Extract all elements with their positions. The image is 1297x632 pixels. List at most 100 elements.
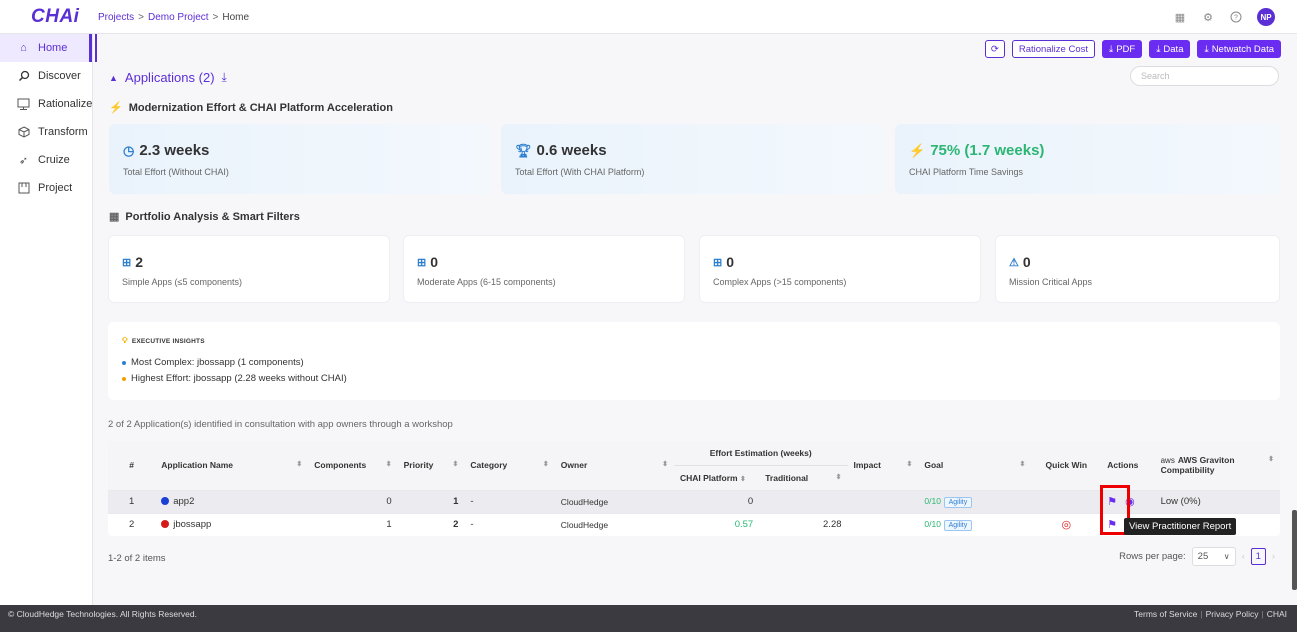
page-number-button[interactable]: 1: [1250, 548, 1266, 565]
terms-of-service-link[interactable]: Terms of Service: [1134, 609, 1197, 619]
column-header-goal[interactable]: Goal ⬍: [918, 441, 1032, 490]
owner-cell: CloudHedge: [554, 489, 674, 513]
portfolio-card-complex[interactable]: ⊞ 0 Complex Apps (>15 components): [699, 235, 981, 303]
sidebar-item-label: Discover: [38, 70, 81, 82]
sidebar-item-rationalize[interactable]: Rationalize: [0, 90, 92, 118]
svg-text:?: ?: [1234, 15, 1238, 22]
sidebar-item-home[interactable]: ⌂ Home: [0, 34, 92, 62]
scrollbar[interactable]: [1292, 510, 1297, 590]
sort-icon[interactable]: ⬍: [453, 460, 459, 468]
pagination: Rows per page: 25 ∨ ‹ 1 ›: [1119, 547, 1275, 566]
application-name-cell[interactable]: jbossapp: [155, 512, 309, 536]
column-header-application-name[interactable]: Application Name ⬍: [155, 441, 309, 490]
impact-cell: [847, 489, 919, 513]
sidebar-item-project[interactable]: Project: [0, 174, 92, 202]
portfolio-card-simple[interactable]: ⊞ 2 Simple Apps (≤5 components): [108, 235, 390, 303]
sort-icon[interactable]: ⬍: [1268, 455, 1274, 463]
column-header-impact[interactable]: Impact ⬍: [847, 441, 919, 490]
sidebar-item-label: Rationalize: [38, 98, 93, 110]
sort-icon[interactable]: ⬍: [662, 460, 668, 468]
column-header-priority[interactable]: Priority ⬍: [397, 441, 465, 490]
chai-logo[interactable]: CHAi: [31, 6, 79, 28]
portfolio-card-moderate[interactable]: ⊞ 0 Moderate Apps (6-15 components): [403, 235, 685, 303]
components-cell: 0: [308, 489, 398, 513]
breadcrumb-projects[interactable]: Projects: [98, 12, 134, 23]
sort-icon[interactable]: ⬍: [543, 460, 549, 468]
chai-link[interactable]: CHAI: [1267, 609, 1287, 619]
sidebar-item-discover[interactable]: Discover: [0, 62, 92, 90]
effort-section-title: ⚡ Modernization Effort & CHAI Platform A…: [109, 101, 393, 115]
card-label: Mission Critical Apps: [1009, 277, 1093, 287]
privacy-policy-link[interactable]: Privacy Policy: [1206, 609, 1259, 619]
netwatch-download-button[interactable]: ⤓ Netwatch Data: [1197, 40, 1281, 58]
header-label: Goal: [924, 460, 944, 471]
breadcrumb-separator: >: [138, 12, 144, 23]
table-caption: 2 of 2 Application(s) identified in cons…: [108, 419, 453, 430]
column-header-category[interactable]: Category ⬍: [464, 441, 555, 490]
insights-title: EXECUTIVE INSIGHTS: [131, 337, 205, 345]
header-label: Components: [314, 460, 367, 471]
help-icon[interactable]: ?: [1229, 10, 1243, 24]
column-header-chai-platform[interactable]: CHAI Platform ⬍: [673, 465, 760, 490]
apps-icon: ⊞: [713, 256, 723, 269]
lightbulb-icon: 💡︎: [122, 336, 128, 345]
priority-cell: 2: [397, 512, 465, 536]
card-label: Moderate Apps (6-15 components): [417, 277, 556, 287]
stat-card-without-chai: ◷ 2.3 weeks Total Effort (Without CHAI): [109, 124, 491, 194]
rationalize-icon: [17, 98, 30, 111]
collapse-caret-icon[interactable]: ▲: [109, 73, 118, 83]
sidebar-item-transform[interactable]: Transform: [0, 118, 92, 146]
category-cell: -: [464, 512, 555, 536]
chevron-down-icon: ∨: [1223, 552, 1230, 561]
avatar[interactable]: NP: [1257, 8, 1275, 26]
sort-icon[interactable]: ⬍: [907, 460, 913, 468]
column-header-owner[interactable]: Owner ⬍: [554, 441, 674, 490]
refresh-button[interactable]: ⟳: [984, 40, 1005, 58]
rows-per-page-select[interactable]: 25 ∨: [1191, 547, 1236, 566]
target-icon: ◎: [1061, 519, 1072, 532]
executive-insights-panel: 💡︎ EXECUTIVE INSIGHTS Most Complex: jboss…: [108, 322, 1280, 400]
column-header-traditional[interactable]: Traditional ⬍: [759, 465, 848, 490]
components-cell: 1: [308, 512, 398, 536]
sort-icon[interactable]: ⬍: [296, 460, 302, 468]
rows-per-page-label: Rows per page:: [1119, 551, 1186, 562]
data-download-button[interactable]: ⤓ Data: [1149, 40, 1191, 58]
column-header-components[interactable]: Components ⬍: [308, 441, 398, 490]
sort-icon[interactable]: ⬍: [386, 460, 392, 468]
sidebar-item-label: Transform: [38, 126, 88, 138]
sort-icon[interactable]: ⬍: [1019, 460, 1025, 468]
priority-cell: 1: [397, 489, 465, 513]
sidebar-item-cruize[interactable]: ➶ Cruize: [0, 146, 92, 174]
footer-bar: © CloudHedge Technologies. All Rights Re…: [0, 605, 1297, 632]
header-label: CHAI Platform: [679, 472, 738, 483]
next-page-icon[interactable]: ›: [1272, 551, 1275, 562]
rationalize-cost-button[interactable]: Rationalize Cost: [1011, 40, 1095, 58]
header-label: Owner: [560, 460, 588, 471]
sort-icon[interactable]: ⬍: [740, 476, 746, 483]
apps-icon: ⊞: [122, 256, 132, 269]
card-value: 0: [726, 254, 735, 270]
sort-icon[interactable]: ⬍: [836, 473, 842, 481]
header-label: Priority: [403, 460, 434, 471]
chai-platform-cell: 0: [673, 489, 760, 513]
owner-cell: CloudHedge: [554, 512, 674, 536]
gear-icon[interactable]: ⚙: [1201, 10, 1215, 24]
applications-header[interactable]: ▲ Applications (2) ⤓: [109, 70, 227, 85]
project-icon: [17, 182, 30, 195]
application-name: jbossapp: [173, 519, 212, 531]
pdf-download-button[interactable]: ⤓ PDF: [1102, 40, 1143, 58]
search-input[interactable]: Search: [1130, 66, 1279, 86]
quick-win-cell: ◎: [1031, 512, 1102, 536]
download-icon[interactable]: ⤓: [222, 70, 227, 85]
prev-page-icon[interactable]: ‹: [1242, 551, 1245, 562]
stat-value: 2.3 weeks: [139, 142, 210, 159]
grid-icon[interactable]: ▦: [1173, 10, 1187, 24]
sidebar-item-label: Project: [38, 182, 73, 194]
goal-cell: 0/10 Agility: [918, 489, 1032, 513]
portfolio-card-mission-critical[interactable]: ⚠ 0 Mission Critical Apps: [995, 235, 1280, 303]
goal-badge: Agility: [943, 520, 973, 532]
column-header-aws-graviton[interactable]: ⬍ aws AWS Graviton Compatibility: [1154, 441, 1280, 490]
application-name-cell[interactable]: app2: [155, 489, 309, 513]
divider: |: [1200, 609, 1203, 619]
breadcrumb-demo-project[interactable]: Demo Project: [148, 12, 209, 23]
